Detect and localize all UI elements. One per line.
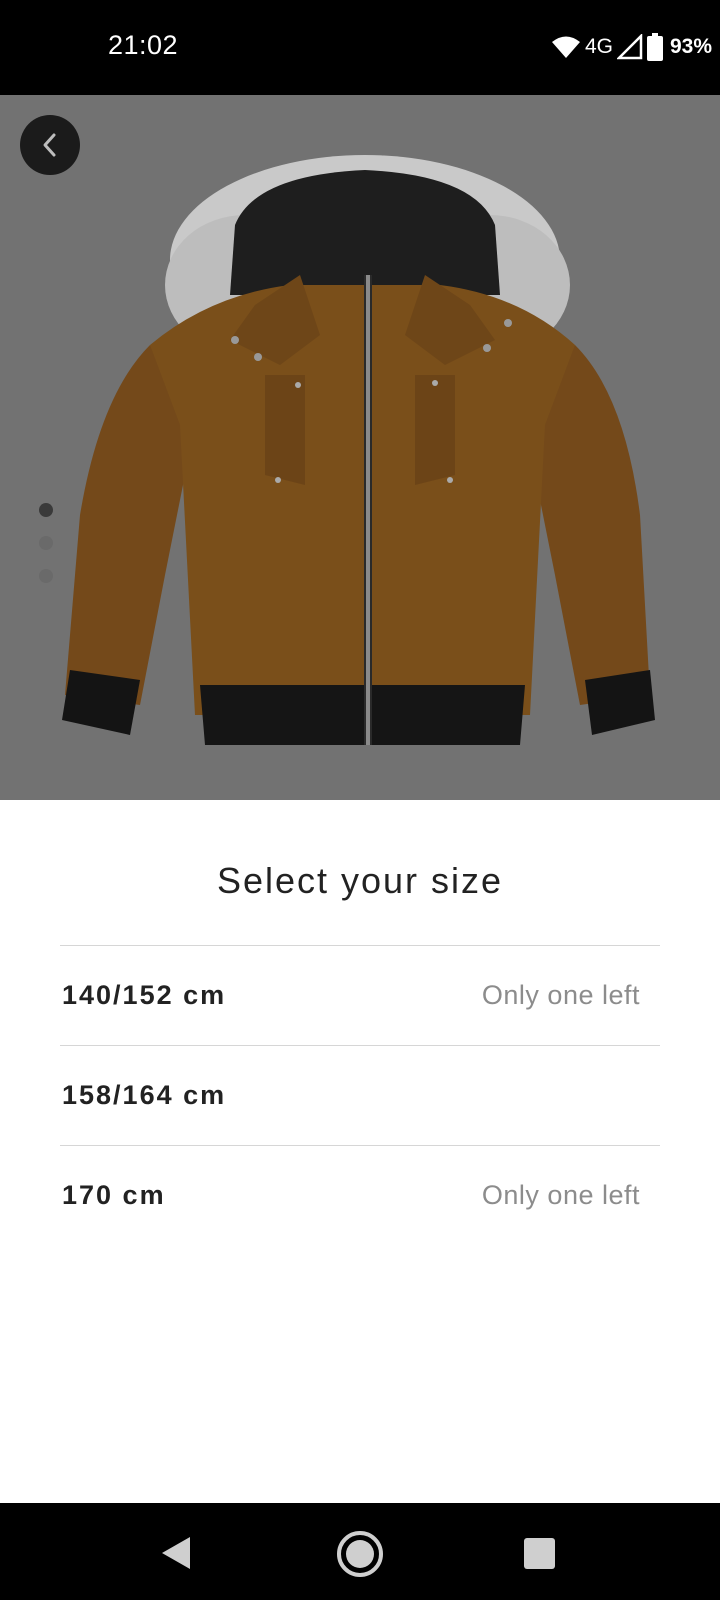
status-time: 21:02 [108, 30, 179, 60]
status-bar: 21:02 4G 93% [0, 0, 720, 95]
carousel-dot[interactable] [39, 503, 53, 517]
nav-recents-icon[interactable] [524, 1538, 555, 1569]
carousel-dot[interactable] [39, 569, 53, 583]
carousel-dot[interactable] [39, 536, 53, 550]
wifi-icon [551, 36, 580, 58]
stock-status: Only one left [481, 980, 640, 1010]
battery-icon [646, 33, 663, 61]
size-option-170[interactable]: 170 cm Only one left [60, 1145, 660, 1245]
chevron-left-icon [43, 133, 56, 157]
size-label: 140/152 cm [62, 980, 227, 1010]
navigation-bar [0, 1503, 720, 1600]
size-list: 140/152 cm Only one left 158/164 cm 170 … [60, 945, 660, 1245]
carousel-dots [39, 503, 53, 583]
back-button[interactable] [20, 115, 80, 175]
nav-back-icon[interactable] [160, 1535, 192, 1571]
status-icons: 4G 93% [551, 32, 712, 62]
signal-icon [616, 34, 643, 60]
size-option-158-164[interactable]: 158/164 cm [60, 1045, 660, 1145]
nav-home-dot [346, 1540, 374, 1568]
size-label: 170 cm [62, 1180, 166, 1210]
stock-status: Only one left [481, 1180, 640, 1210]
nav-home-icon[interactable] [337, 1531, 383, 1577]
network-type: 4G [584, 35, 613, 58]
size-option-140-152[interactable]: 140/152 cm Only one left [60, 945, 660, 1045]
size-label: 158/164 cm [62, 1080, 227, 1110]
product-image-area[interactable] [0, 95, 720, 800]
size-selection-sheet: Select your size 140/152 cm Only one lef… [0, 800, 720, 1503]
battery-percent: 93% [669, 35, 712, 58]
sheet-title: Select your size [216, 860, 504, 901]
image-overlay [0, 95, 720, 800]
